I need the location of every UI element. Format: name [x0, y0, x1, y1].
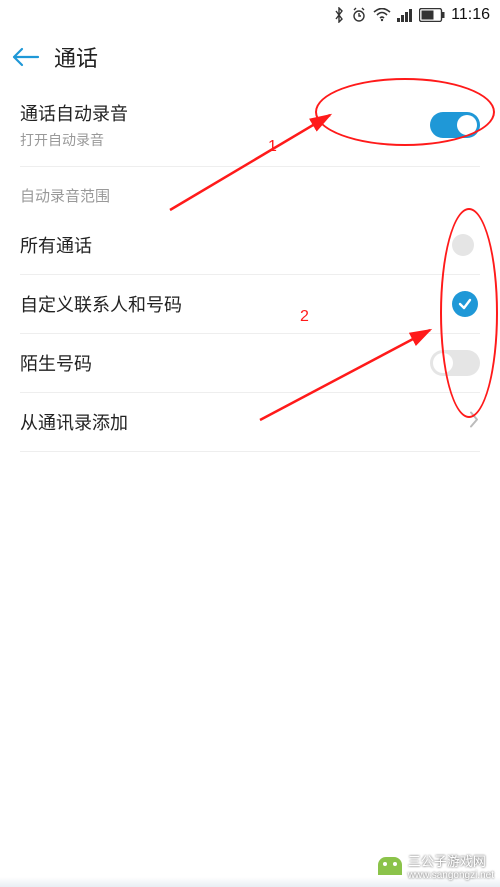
alarm-icon: [351, 7, 367, 23]
unknown-numbers-label: 陌生号码: [20, 350, 480, 376]
row-add-from-contacts[interactable]: 从通讯录添加: [20, 393, 480, 451]
nav-bar: 通话: [0, 30, 500, 84]
wifi-icon: [373, 8, 391, 22]
watermark: 三公子游戏网 www.sangongzi.net: [378, 851, 494, 881]
annotation-label-1: 1: [268, 138, 277, 156]
auto-record-title: 通话自动录音: [20, 100, 480, 126]
battery-icon: [419, 8, 445, 22]
watermark-logo-icon: [378, 857, 402, 875]
watermark-url: www.sangongzi.net: [408, 870, 494, 881]
custom-contacts-radio-checked[interactable]: [452, 291, 478, 317]
all-calls-label: 所有通话: [20, 232, 480, 258]
row-auto-record[interactable]: 通话自动录音 打开自动录音: [20, 84, 480, 166]
divider: [20, 451, 480, 452]
row-unknown-numbers[interactable]: 陌生号码: [20, 334, 480, 392]
chevron-right-icon: [468, 410, 480, 435]
auto-record-toggle[interactable]: [430, 112, 480, 138]
row-custom-contacts[interactable]: 自定义联系人和号码: [20, 275, 480, 333]
all-calls-radio[interactable]: [452, 234, 474, 256]
watermark-text: 三公子游戏网: [408, 851, 494, 870]
annotation-label-2: 2: [300, 308, 309, 326]
back-icon[interactable]: [10, 45, 40, 69]
custom-contacts-label: 自定义联系人和号码: [20, 291, 480, 317]
signal-icon: [397, 8, 413, 22]
row-all-calls[interactable]: 所有通话: [20, 216, 480, 274]
unknown-numbers-toggle[interactable]: [430, 350, 480, 376]
bluetooth-icon: [333, 7, 345, 23]
status-time: 11:16: [451, 6, 490, 24]
scope-header: 自动录音范围: [20, 167, 480, 216]
page-title: 通话: [54, 41, 98, 73]
status-bar: 11:16: [0, 0, 500, 30]
add-from-contacts-label: 从通讯录添加: [20, 409, 480, 435]
auto-record-subtitle: 打开自动录音: [20, 130, 480, 150]
